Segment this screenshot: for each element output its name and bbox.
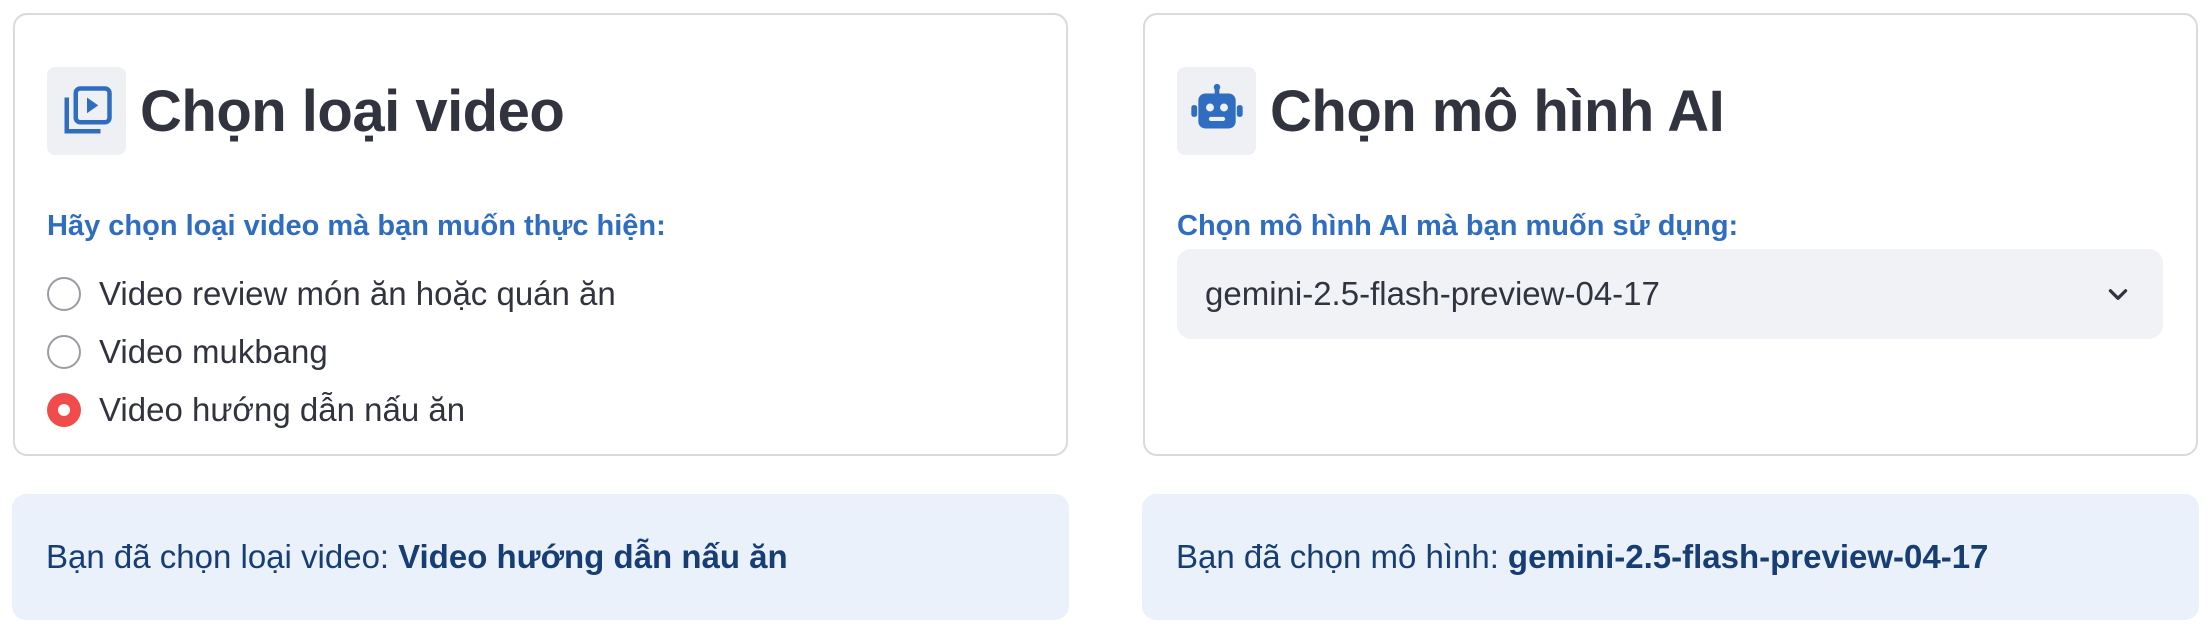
radio-option-review[interactable]: Video review món ăn hoặc quán ăn	[47, 265, 616, 323]
video-selection-value: Video hướng dẫn nấu ăn	[398, 538, 788, 575]
ai-model-question: Chọn mô hình AI mà bạn muốn sử dụng:	[1177, 210, 1739, 242]
radio-button[interactable]	[47, 335, 81, 369]
model-selection-value: gemini-2.5-flash-preview-04-17	[1507, 538, 1989, 575]
chevron-down-icon[interactable]	[2103, 279, 2133, 309]
model-selection-info: Bạn đã chọn mô hình: gemini-2.5-flash-pr…	[1142, 494, 2199, 620]
video-selection-prefix: Bạn đã chọn loại video:	[46, 538, 390, 575]
video-type-content: Chọn loại video Hãy chọn loại video mà b…	[13, 13, 1068, 456]
video-type-question: Hãy chọn loại video mà bạn muốn thực hiệ…	[47, 210, 666, 242]
radio-button[interactable]	[47, 277, 81, 311]
page: Chọn loại video Hãy chọn loại video mà b…	[0, 0, 2212, 633]
radio-option-cooking-guide[interactable]: Video hướng dẫn nấu ăn	[47, 381, 616, 439]
ai-model-content: Chọn mô hình AI Chọn mô hình AI mà bạn m…	[1143, 13, 2198, 456]
radio-option-label: Video hướng dẫn nấu ăn	[99, 391, 466, 428]
video-type-title: Chọn loại video	[140, 78, 565, 144]
video-selection-info: Bạn đã chọn loại video: Video hướng dẫn …	[12, 494, 1069, 620]
radio-button-selected[interactable]	[47, 393, 81, 427]
radio-option-label: Video mukbang	[99, 333, 328, 370]
model-selection-prefix: Bạn đã chọn mô hình:	[1176, 538, 1499, 575]
ai-model-select[interactable]: gemini-2.5-flash-preview-04-17	[1177, 249, 2163, 339]
radio-option-label: Video review món ăn hoặc quán ăn	[99, 275, 616, 312]
ai-model-select-value: gemini-2.5-flash-preview-04-17	[1205, 275, 1660, 312]
ai-model-title: Chọn mô hình AI	[1270, 78, 1725, 144]
ai-model-header: Chọn mô hình AI	[1177, 67, 1725, 155]
video-type-radio-group: Video review món ăn hoặc quán ăn Video m…	[47, 265, 616, 439]
radio-option-mukbang[interactable]: Video mukbang	[47, 323, 616, 381]
video-library-icon	[47, 67, 126, 155]
robot-icon	[1177, 67, 1256, 155]
video-type-header: Chọn loại video	[47, 67, 565, 155]
